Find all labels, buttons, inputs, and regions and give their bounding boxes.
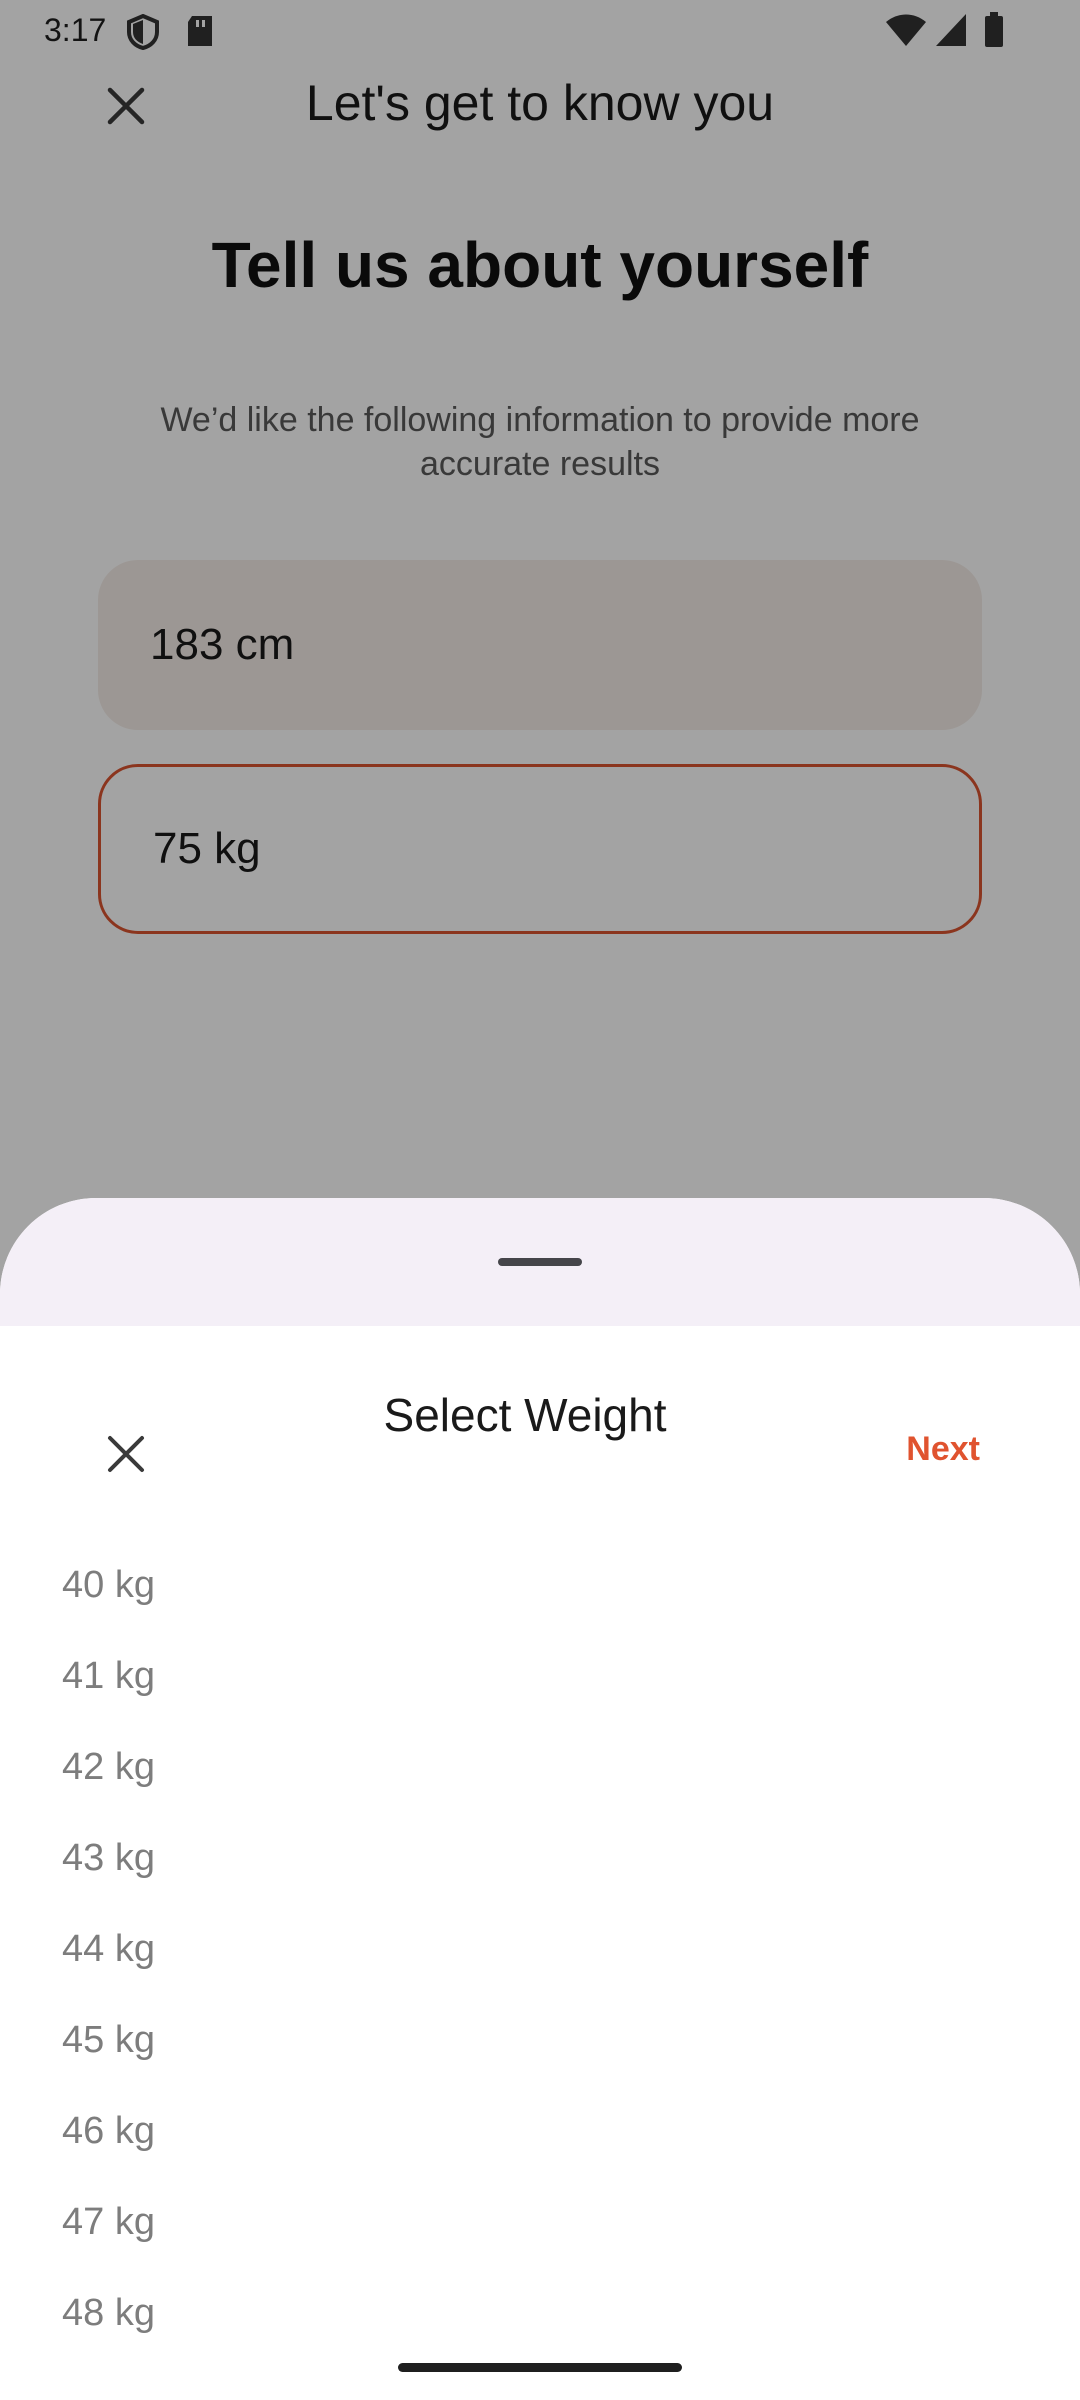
home-indicator[interactable] xyxy=(398,2363,682,2372)
weight-option[interactable]: 46 kg xyxy=(0,2086,1080,2177)
weight-option[interactable]: 47 kg xyxy=(0,2177,1080,2268)
drag-handle[interactable] xyxy=(498,1258,582,1266)
weight-bottom-sheet: Select Weight Next 40 kg 41 kg 42 kg 43 … xyxy=(0,1198,1080,2400)
weight-option[interactable]: 42 kg xyxy=(0,1722,1080,1813)
weight-option[interactable]: 41 kg xyxy=(0,1631,1080,1722)
weight-options-list[interactable]: 40 kg 41 kg 42 kg 43 kg 44 kg 45 kg 46 k… xyxy=(0,1540,1080,2359)
weight-option[interactable]: 48 kg xyxy=(0,2268,1080,2359)
sheet-title: Select Weight xyxy=(383,1389,667,1441)
weight-option[interactable]: 43 kg xyxy=(0,1813,1080,1904)
sheet-header xyxy=(0,1198,1080,1326)
weight-option[interactable]: 45 kg xyxy=(0,1995,1080,2086)
weight-option[interactable]: 40 kg xyxy=(0,1540,1080,1631)
weight-option[interactable]: 44 kg xyxy=(0,1904,1080,1995)
next-button[interactable]: Next xyxy=(906,1430,980,1469)
